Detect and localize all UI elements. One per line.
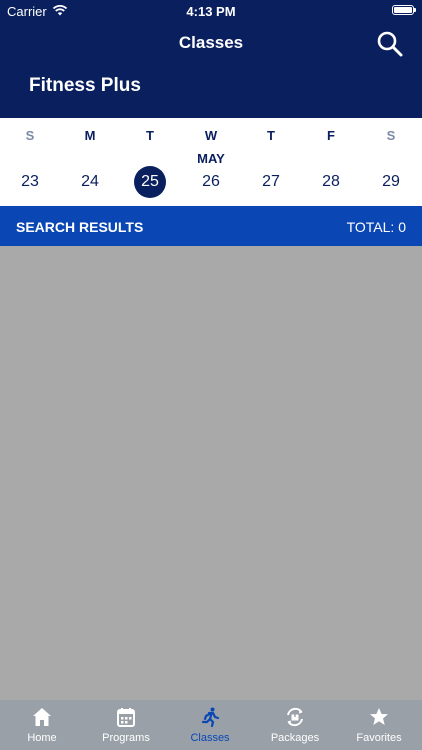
running-icon <box>201 707 220 727</box>
results-list[interactable] <box>0 246 422 700</box>
weekday-label: M <box>84 128 96 143</box>
tab-favorites[interactable]: Favorites <box>337 700 421 750</box>
clock: 4:13 PM <box>186 4 236 19</box>
date-cell[interactable]: 28 <box>301 166 361 198</box>
tab-label: Packages <box>270 732 320 744</box>
month-label: MAY <box>197 151 225 166</box>
tab-label: Classes <box>190 732 230 744</box>
tab-bar: Home Programs Classes Packages Favorites <box>0 700 422 750</box>
header: Carrier 4:13 PM Classes Fitness Plus <box>0 0 422 118</box>
date-cell-selected[interactable]: 25 <box>120 166 180 198</box>
tab-label: Home <box>27 732 57 744</box>
package-icon <box>287 707 303 727</box>
weekday-label: F <box>327 128 335 143</box>
battery-icon <box>392 5 416 15</box>
tab-label: Favorites <box>356 732 402 744</box>
results-title: SEARCH RESULTS <box>16 219 144 235</box>
page-title: Classes <box>178 33 244 52</box>
weekday-label: T <box>267 128 275 143</box>
search-results-bar: SEARCH RESULTS TOTAL: 0 <box>0 206 422 246</box>
search-icon[interactable] <box>376 30 404 58</box>
tab-packages[interactable]: Packages <box>253 700 337 750</box>
status-bar: Carrier 4:13 PM <box>0 0 422 22</box>
date-row: 23 24 25 26 27 28 29 <box>0 166 422 198</box>
tab-programs[interactable]: Programs <box>84 700 168 750</box>
tab-label: Programs <box>102 732 150 744</box>
date-cell[interactable]: 27 <box>241 166 301 198</box>
week-calendar: S M T W T F S MAY 23 24 25 26 27 28 29 <box>0 118 422 206</box>
weekday-row: S M T W T F S <box>0 126 422 146</box>
results-total: TOTAL: 0 <box>346 219 406 235</box>
date-cell[interactable]: 26 <box>181 166 241 198</box>
weekday-label: S <box>386 128 396 143</box>
date-cell[interactable]: 29 <box>361 166 421 198</box>
weekday-label: W <box>204 128 218 143</box>
weekday-label: T <box>146 128 154 143</box>
calendar-icon <box>117 708 135 727</box>
date-cell[interactable]: 23 <box>0 166 60 198</box>
tab-classes[interactable]: Classes <box>168 700 252 750</box>
tab-home[interactable]: Home <box>0 700 84 750</box>
gym-name: Fitness Plus <box>29 75 141 96</box>
home-icon <box>33 708 51 726</box>
weekday-label: S <box>25 128 35 143</box>
date-cell[interactable]: 24 <box>60 166 120 198</box>
star-icon <box>370 708 388 725</box>
